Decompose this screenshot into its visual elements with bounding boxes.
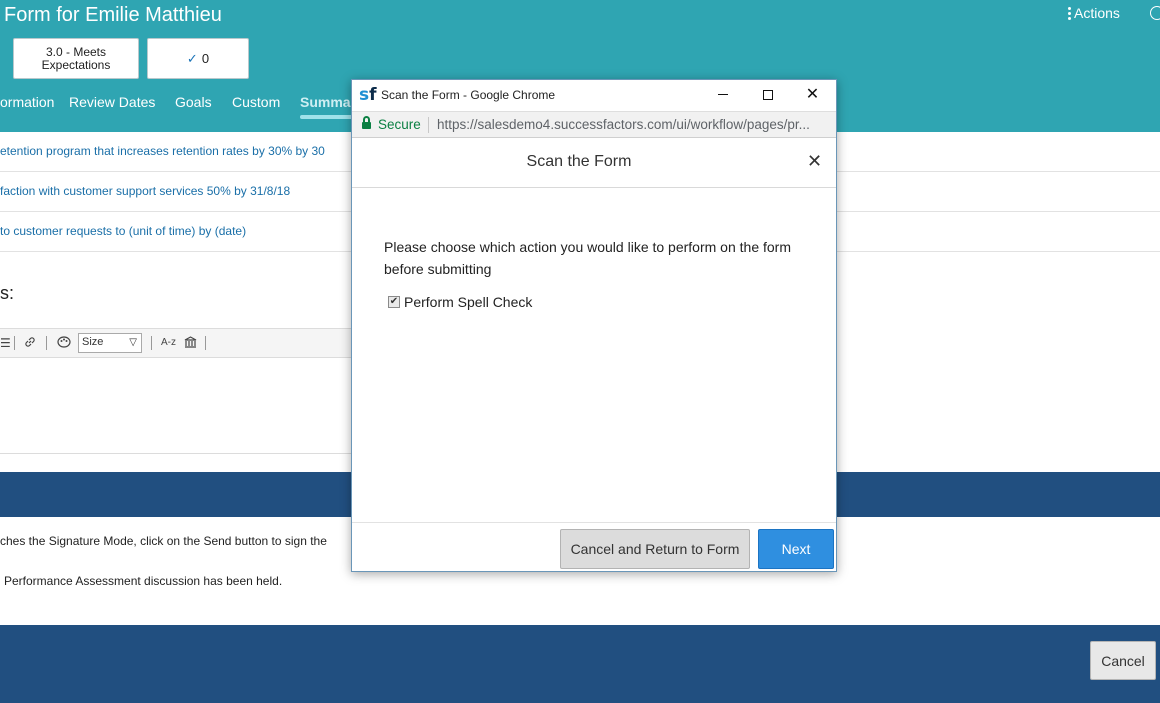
url-text[interactable]: https://salesdemo4.successfactors.com/ui…: [437, 117, 810, 132]
goal-link[interactable]: to customer requests to (unit of time) b…: [0, 224, 246, 238]
spell-check-label: Perform Spell Check: [404, 294, 533, 310]
editor-toolbar: ☰ Size ▽ A-z: [0, 328, 360, 358]
toolbar-separator: [205, 336, 206, 350]
toolbar-separator: [46, 336, 47, 350]
completed-count: 0: [201, 51, 210, 66]
comments-section-label: s:: [0, 283, 15, 303]
goal-link[interactable]: etention program that increases retentio…: [0, 144, 325, 158]
sort-az-button[interactable]: A-z: [161, 337, 176, 348]
next-button[interactable]: Next: [758, 529, 834, 569]
lock-icon: [362, 116, 371, 129]
dialog-close-icon[interactable]: ✕: [807, 152, 822, 170]
signature-instruction: ches the Signature Mode, click on the Se…: [0, 534, 327, 548]
dialog-header: Scan the Form ✕: [352, 138, 836, 188]
spell-check-option[interactable]: ✔ Perform Spell Check: [388, 294, 532, 310]
clock-icon[interactable]: [1150, 6, 1160, 20]
overall-rating-box[interactable]: 3.0 - Meets Expectations: [13, 38, 139, 79]
tab-goals[interactable]: Goals: [175, 94, 212, 110]
active-tab-indicator: [300, 115, 354, 119]
rating-line-2: Expectations: [41, 57, 111, 72]
address-separator: [428, 117, 429, 133]
chevron-down-icon: ▽: [129, 337, 137, 348]
tab-summary[interactable]: Summa: [300, 94, 351, 110]
actions-label: Actions: [1074, 5, 1120, 21]
dialog-body: Please choose which action you would lik…: [352, 188, 836, 522]
palette-icon[interactable]: [57, 336, 71, 351]
window-close-button[interactable]: ✕: [790, 80, 835, 109]
assessment-instruction: Performance Assessment discussion has be…: [4, 574, 283, 588]
spell-check-checkbox[interactable]: ✔: [388, 296, 400, 308]
maximize-icon: [762, 89, 773, 100]
footer-bar: [0, 625, 1160, 703]
checkmark-icon: ✓: [186, 50, 198, 66]
close-icon: ✕: [805, 85, 820, 103]
cancel-and-return-button[interactable]: Cancel and Return to Form: [560, 529, 750, 569]
goal-link[interactable]: faction with customer support services 5…: [0, 184, 290, 198]
actions-button[interactable]: Actions: [1068, 5, 1120, 21]
dialog-title: Scan the Form: [526, 153, 632, 170]
window-titlebar[interactable]: sf Scan the Form - Google Chrome ✕: [352, 80, 836, 111]
successfactors-logo: sf: [359, 85, 377, 105]
toolbar-separator: [14, 336, 15, 350]
address-bar[interactable]: Secure https://salesdemo4.successfactors…: [352, 111, 836, 138]
list-icon[interactable]: ☰: [0, 336, 11, 350]
font-size-select[interactable]: Size ▽: [78, 333, 142, 353]
tab-information[interactable]: ormation: [0, 94, 54, 110]
tab-custom[interactable]: Custom: [232, 94, 280, 110]
form-title: Form for Emilie Matthieu: [4, 4, 222, 26]
rating-line-1: 3.0 - Meets: [45, 44, 107, 59]
minimize-button[interactable]: [700, 80, 745, 109]
dialog-footer: Cancel and Return to Form Next: [352, 522, 836, 571]
kebab-menu-icon: [1068, 6, 1071, 20]
tab-review-dates[interactable]: Review Dates: [69, 94, 155, 110]
window-title: Scan the Form - Google Chrome: [381, 88, 556, 102]
toolbar-separator: [151, 336, 152, 350]
minimize-icon: [717, 94, 728, 95]
secure-label: Secure: [378, 117, 421, 132]
cancel-button[interactable]: Cancel: [1090, 641, 1156, 680]
completed-count-box[interactable]: ✓ 0: [147, 38, 249, 79]
scan-form-popup-window: sf Scan the Form - Google Chrome ✕ Secur…: [351, 79, 837, 572]
link-icon[interactable]: [24, 336, 36, 351]
comment-editor[interactable]: [0, 358, 360, 454]
action-prompt: Please choose which action you would lik…: [384, 239, 791, 277]
maximize-button[interactable]: [745, 80, 790, 109]
font-size-value: Size: [82, 336, 104, 348]
spellcheck-icon[interactable]: [184, 336, 197, 351]
